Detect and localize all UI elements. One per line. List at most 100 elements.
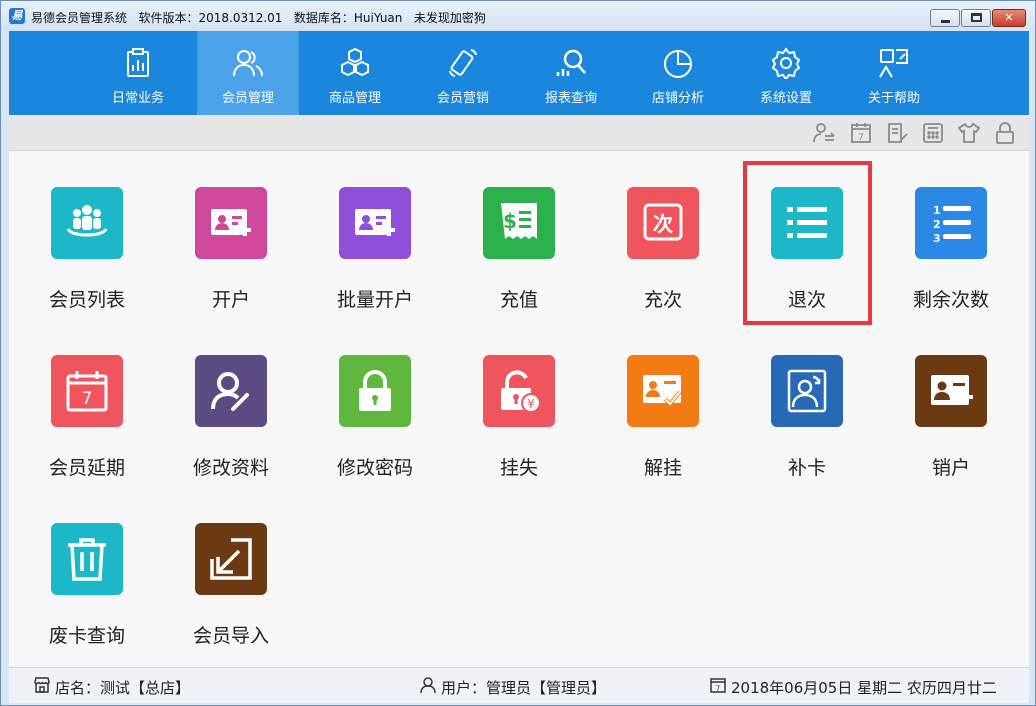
svg-text:7: 7: [82, 389, 93, 409]
nav-item-analysis[interactable]: 店铺分析: [627, 31, 729, 115]
window-title: 易德会员管理系统 软件版本：2018.0312.01 数据库名：HuiYuan …: [31, 9, 486, 26]
nav-label: 日常业务: [111, 91, 164, 106]
trash-icon: [51, 523, 123, 595]
pie-chart-icon: [664, 50, 692, 78]
help-icon: [879, 49, 908, 78]
tile-recharge[interactable]: $ 充值: [459, 151, 579, 311]
tile-replace-card[interactable]: 补卡: [747, 319, 867, 479]
svg-text:2: 2: [933, 218, 941, 231]
tile-scrapped-card-query[interactable]: 废卡查询: [27, 487, 147, 647]
main-nav: 日常业务 会员管理 商品管理 会员营销 报表查询 店铺分析 系统设置 关于帮助: [9, 31, 1029, 115]
minimize-icon: [941, 20, 950, 23]
tile-label: 会员延期: [48, 457, 125, 479]
status-bar: 店名：测试【总店】 用户：管理员【管理员】 7 2018年06月05日 星期二 …: [9, 667, 1029, 703]
import-icon: [195, 523, 267, 595]
version-label: 软件版本：2018.0312.01: [138, 11, 283, 25]
title-bar: 易 易德会员管理系统 软件版本：2018.0312.01 数据库名：HuiYua…: [1, 1, 1035, 31]
batch-open-icon: [339, 187, 411, 259]
database-label: 数据库名：HuiYuan: [293, 11, 403, 25]
nav-item-help[interactable]: 关于帮助: [843, 31, 945, 115]
phone-icon: [449, 49, 477, 77]
padlock-icon: [339, 355, 411, 427]
tile-label: 会员导入: [192, 625, 269, 647]
tile-unlock-card[interactable]: 解挂: [603, 319, 723, 479]
calendar-icon: 7: [710, 678, 726, 693]
tile-recharge-times[interactable]: 次 充次: [603, 151, 723, 311]
calendar-icon[interactable]: 7: [849, 121, 873, 145]
function-grid: 会员列表 开户 批量开户 $ 充值 次 充次 退次 1 2 3 剩余次数 7 会…: [9, 151, 1029, 667]
nav-label: 报表查询: [544, 91, 597, 106]
tile-batch-open[interactable]: 批量开户: [315, 151, 435, 311]
tile-label: 开户: [211, 289, 250, 311]
nav-item-reports[interactable]: 报表查询: [520, 31, 622, 115]
edit-list-icon[interactable]: [885, 121, 909, 145]
clipboard-chart-icon: [127, 48, 149, 77]
svg-text:3: 3: [933, 232, 941, 245]
tile-label: 废卡查询: [48, 625, 125, 647]
tile-edit-profile[interactable]: 修改资料: [171, 319, 291, 479]
nav-label: 店铺分析: [651, 91, 704, 106]
nav-label: 商品管理: [328, 91, 381, 106]
dongle-status: 未发现加密狗: [413, 11, 486, 25]
tile-refund-times[interactable]: 退次: [747, 151, 867, 311]
close-account-icon: [915, 355, 987, 427]
svg-text:$: $: [503, 209, 517, 233]
shirt-icon[interactable]: [957, 121, 981, 145]
tile-report-loss[interactable]: ¥ 挂失: [459, 319, 579, 479]
refund-times-icon: [771, 187, 843, 259]
cubes-icon: [341, 47, 369, 77]
svg-text:1: 1: [933, 204, 941, 217]
maximize-button[interactable]: [961, 9, 991, 27]
recharge-times-icon: 次: [627, 187, 699, 259]
current-date: 2018年06月05日 星期二 农历四月廿二: [731, 679, 997, 697]
quick-toolbar: 7: [9, 115, 1029, 151]
tile-change-password[interactable]: 修改密码: [315, 319, 435, 479]
app-name: 易德会员管理系统: [31, 11, 128, 25]
close-button[interactable]: ✕: [992, 9, 1026, 27]
gear-icon: [771, 47, 801, 79]
report-search-icon: [556, 49, 586, 76]
user-transfer-icon[interactable]: [812, 121, 836, 145]
members-icon: [233, 50, 263, 77]
nav-item-settings[interactable]: 系统设置: [735, 31, 837, 115]
nav-label: 关于帮助: [867, 91, 920, 106]
replace-card-icon: [771, 355, 843, 427]
nav-label: 会员营销: [436, 91, 489, 106]
tile-member-list[interactable]: 会员列表: [27, 151, 147, 311]
tile-open-account[interactable]: 开户: [171, 151, 291, 311]
svg-text:¥: ¥: [527, 397, 535, 411]
member-list-icon: [51, 187, 123, 259]
tile-label: 销户: [931, 457, 970, 479]
tile-label: 修改密码: [336, 457, 413, 479]
tile-label: 会员列表: [48, 289, 125, 311]
user-icon: [420, 677, 436, 694]
calculator-icon[interactable]: [921, 121, 945, 145]
lock-icon[interactable]: [993, 121, 1017, 145]
svg-text:次: 次: [653, 212, 673, 236]
app-window: 易 易德会员管理系统 软件版本：2018.0312.01 数据库名：HuiYua…: [0, 0, 1036, 706]
close-icon: ✕: [1004, 11, 1014, 24]
nav-label: 系统设置: [759, 91, 812, 106]
store-name: 店名：测试【总店】: [55, 679, 191, 697]
recharge-icon: $: [483, 187, 555, 259]
tile-member-extend[interactable]: 7 会员延期: [27, 319, 147, 479]
tile-remaining-times[interactable]: 123 剩余次数: [891, 151, 1011, 311]
tile-label: 挂失: [499, 457, 538, 479]
tile-member-import[interactable]: 会员导入: [171, 487, 291, 647]
open-account-icon: [195, 187, 267, 259]
tile-close-account[interactable]: 销户: [891, 319, 1011, 479]
minimize-button[interactable]: [930, 9, 960, 27]
current-user: 用户：管理员【管理员】: [441, 679, 607, 697]
app-logo-icon: 易: [9, 8, 25, 24]
tile-label: 解挂: [643, 457, 682, 479]
nav-item-daily[interactable]: 日常业务: [87, 31, 189, 115]
calendar-extend-icon: 7: [51, 355, 123, 427]
svg-text:7: 7: [716, 685, 720, 693]
tile-label: 退次: [787, 289, 826, 311]
unlock-card-icon: [627, 355, 699, 427]
nav-item-members[interactable]: 会员管理: [197, 31, 299, 115]
nav-label: 会员管理: [221, 91, 274, 106]
nav-item-products[interactable]: 商品管理: [304, 31, 406, 115]
store-icon: [34, 677, 50, 693]
nav-item-marketing[interactable]: 会员营销: [412, 31, 514, 115]
